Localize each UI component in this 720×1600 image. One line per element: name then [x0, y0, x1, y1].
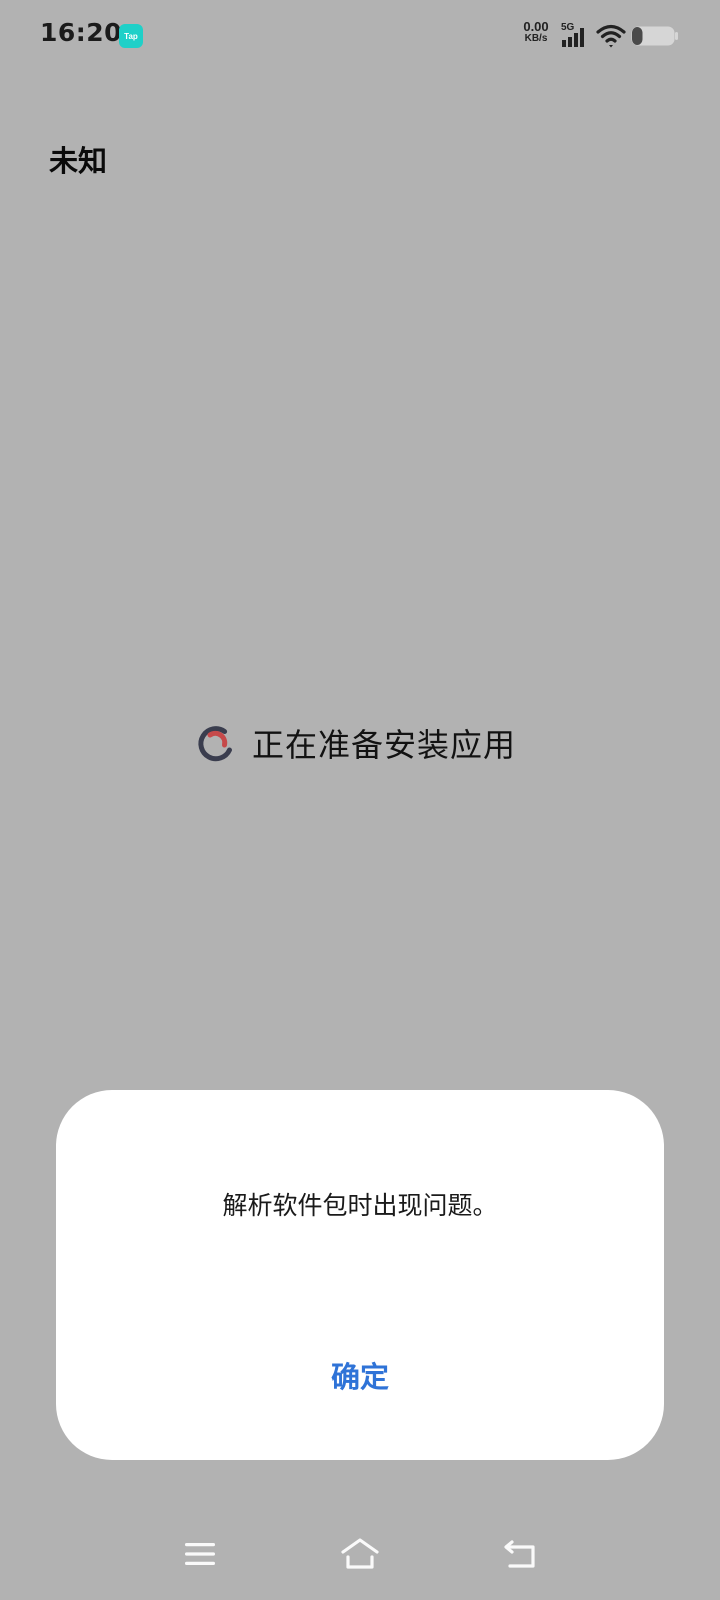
wifi-icon [596, 24, 626, 48]
ok-button[interactable]: 确定 [310, 1352, 410, 1402]
taptap-app-icon: Tap [119, 24, 143, 48]
navigation-bar [0, 1530, 720, 1590]
back-icon [504, 1540, 535, 1568]
loading-spinner-icon [198, 726, 232, 762]
install-progress: 正在准备安装应用 [196, 722, 516, 764]
status-bar: 16:20 Tap 0.00 KB/s 5G [0, 0, 720, 72]
menu-button[interactable] [176, 1530, 224, 1578]
network-speed: 0.00 KB/s [516, 19, 556, 45]
network-speed-unit: KB/s [524, 33, 548, 44]
network-speed-value: 0.00 [523, 19, 549, 34]
back-button[interactable] [496, 1530, 544, 1578]
status-time: 16:20 [40, 18, 123, 47]
dialog-message: 解析软件包时出现问题。 [222, 1191, 498, 1220]
home-button[interactable] [336, 1530, 384, 1578]
network-type-label: 5G [561, 22, 575, 33]
battery-icon [631, 26, 678, 46]
cellular-signal-icon: 5G [560, 22, 590, 50]
menu-icon [185, 1543, 215, 1565]
app-name-title: 未知 [49, 144, 108, 178]
error-dialog: 解析软件包时出现问题。 确定 [56, 1090, 664, 1460]
preparing-status-text: 正在准备安装应用 [252, 726, 517, 764]
home-icon [341, 1538, 379, 1569]
